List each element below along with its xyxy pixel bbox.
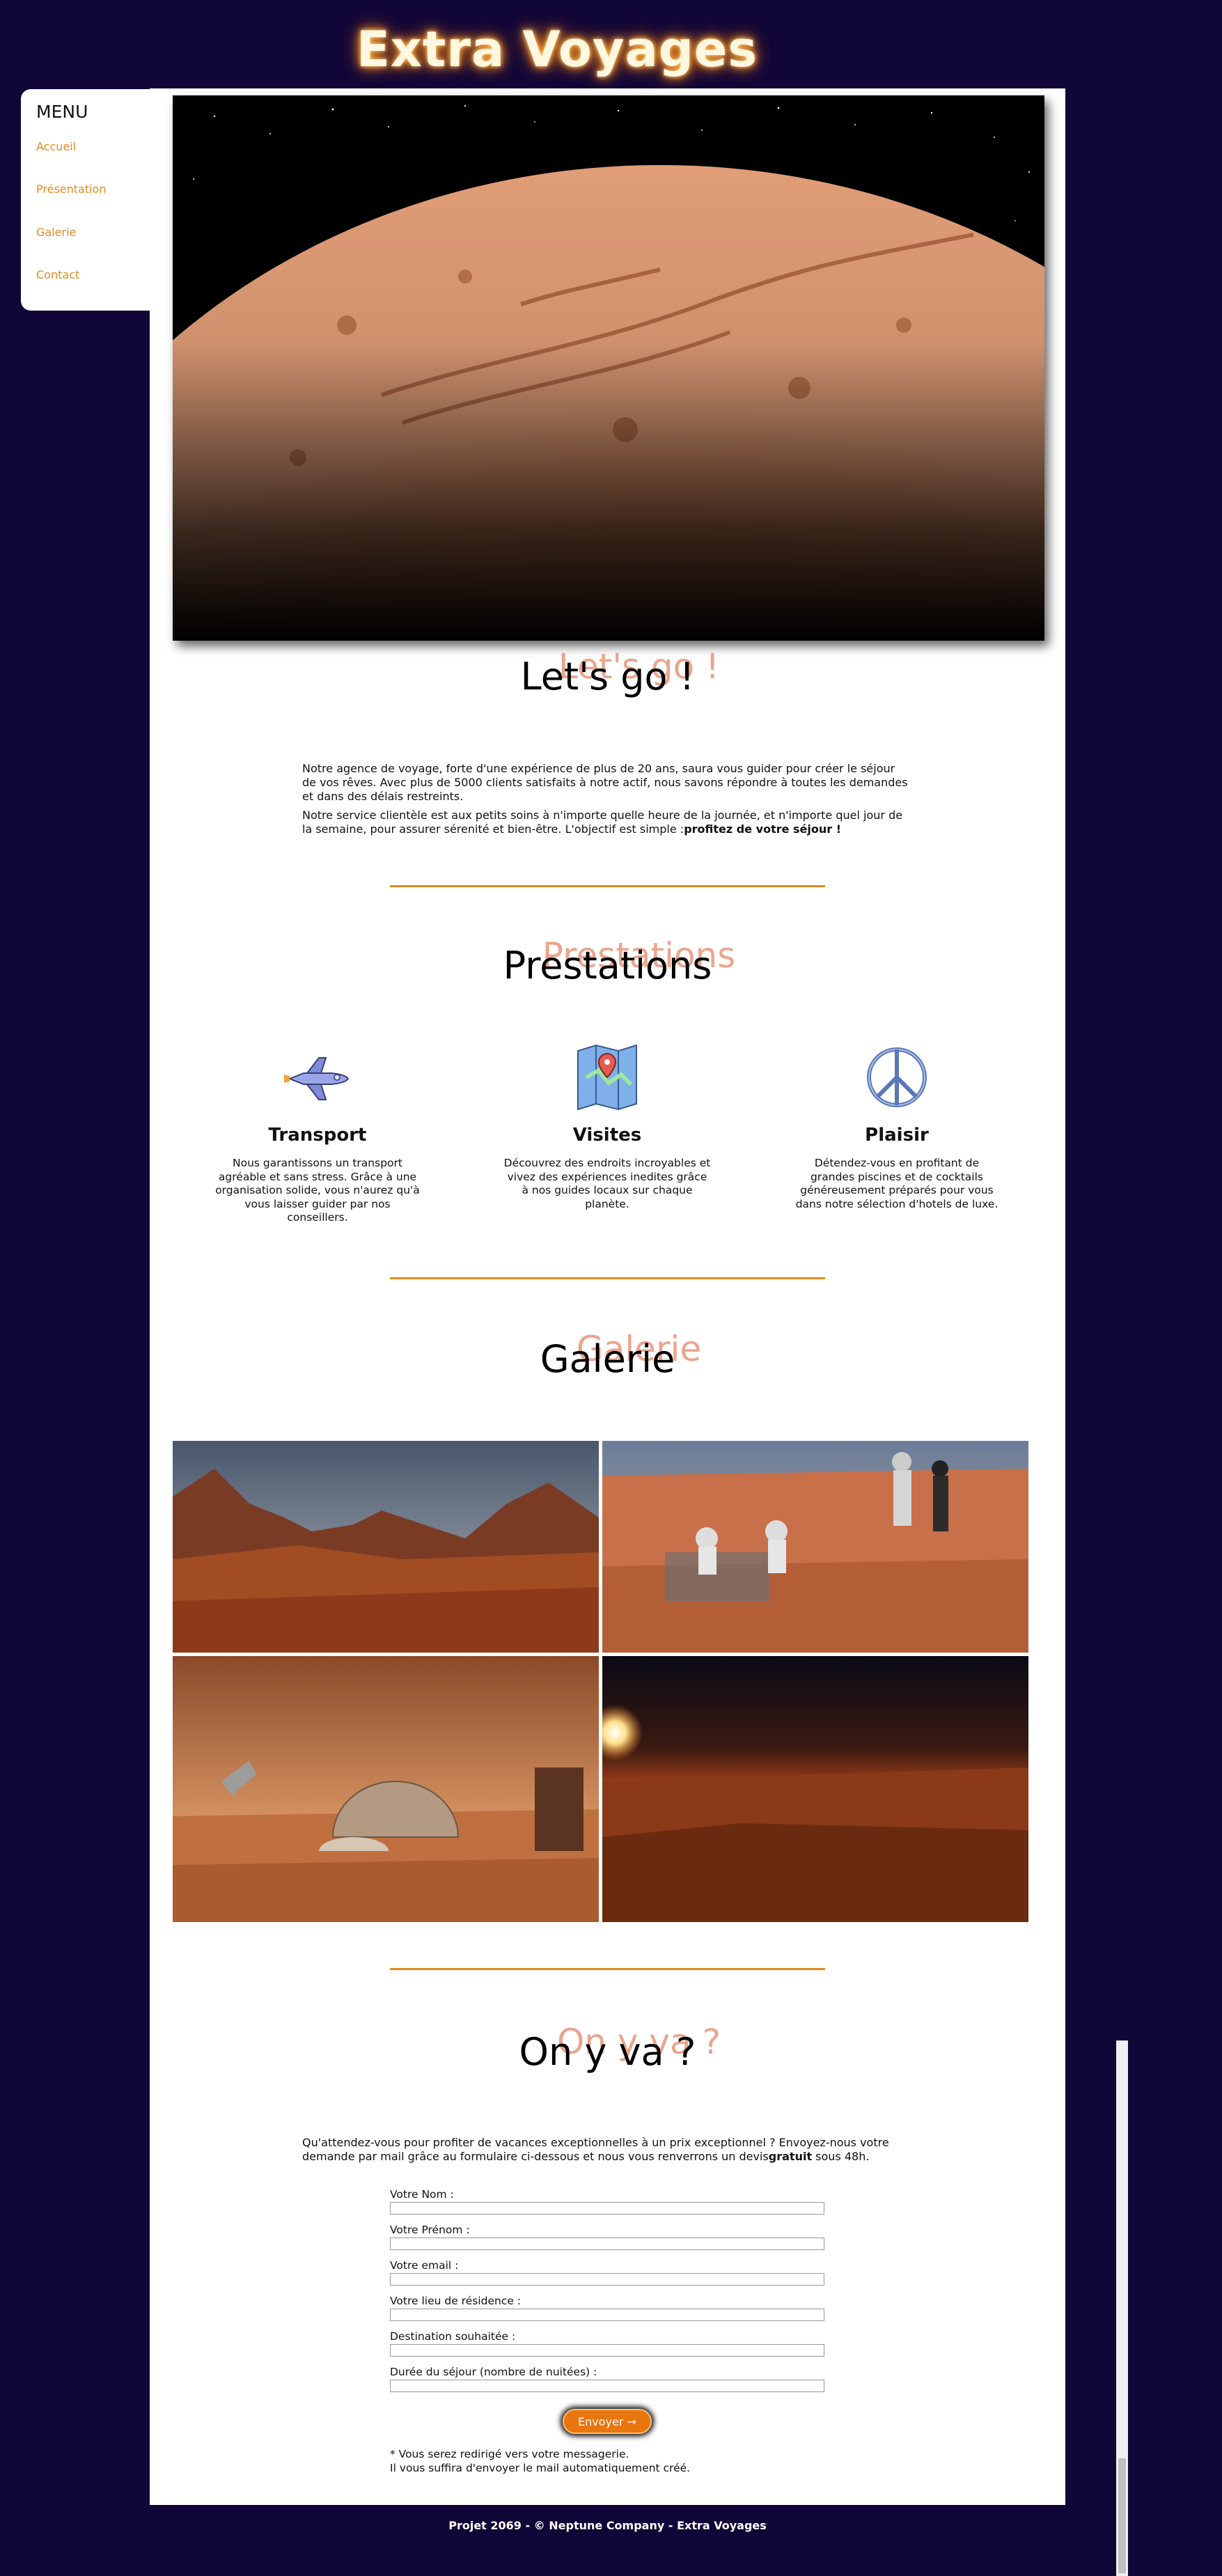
section-divider — [390, 885, 825, 887]
hero-image-mars — [173, 95, 1044, 641]
label-residence: Votre lieu de résidence : — [390, 2295, 522, 2307]
intro-paragraph-2-bold: profitez de votre séjour ! — [684, 822, 842, 836]
footer-text: Projet 2069 - © Neptune Company - Extra … — [448, 2519, 767, 2532]
gallery-image-mars-dome[interactable] — [173, 1656, 599, 1922]
services-title-text: Prestations — [503, 944, 712, 988]
intro-paragraph-1: Notre agence de voyage, forte d'une expé… — [302, 762, 908, 803]
intro-paragraph-2: Notre service clientèle est aux petits s… — [302, 809, 908, 836]
contact-intro-suffix: sous 48h. — [812, 2150, 870, 2163]
intro-title-text: Let's go ! — [520, 655, 695, 698]
gallery-image-mars-sunrise[interactable] — [602, 1656, 1028, 1922]
service-plaisir-text: Détendez-vous en profitant de grandes pi… — [795, 1157, 998, 1210]
input-duree[interactable] — [390, 2380, 824, 2392]
service-transport: Transport Nous garantissons un transport… — [206, 1043, 429, 1225]
label-email: Votre email : — [390, 2259, 459, 2272]
menu-item-presentation[interactable]: Présentation — [36, 182, 106, 196]
intro-title: Let's go ! Let's go ! — [150, 646, 1065, 717]
service-visites-title: Visites — [572, 1125, 642, 1146]
label-destination: Destination souhaitée : — [390, 2330, 516, 2343]
menu-item-galerie[interactable]: Galerie — [36, 226, 76, 239]
contact-intro: Qu'attendez-vous pour profiter de vacanc… — [302, 2136, 915, 2164]
map-icon — [572, 1043, 642, 1112]
input-residence[interactable] — [390, 2309, 824, 2321]
input-destination[interactable] — [390, 2344, 824, 2357]
label-prenom: Votre Prénom : — [390, 2224, 470, 2236]
gallery-title: Galerie Galerie — [150, 1329, 1065, 1400]
contact-note-2: Il vous suffira d'envoyer le mail automa… — [390, 2462, 691, 2474]
contact-note-1: * Vous serez redirigé vers votre message… — [390, 2448, 629, 2460]
mars-planet-illustration — [173, 95, 1044, 641]
input-nom[interactable] — [390, 2202, 824, 2215]
contact-title: On y va ? On y va ? — [150, 2022, 1065, 2093]
peace-icon — [862, 1043, 932, 1112]
service-plaisir-title: Plaisir — [865, 1125, 929, 1146]
service-visites: Visites Découvrez des endroits incroyabl… — [496, 1043, 719, 1211]
contact-title-text: On y va ? — [519, 2030, 696, 2074]
gallery-image-astronauts[interactable] — [602, 1441, 1028, 1653]
input-prenom[interactable] — [390, 2238, 824, 2250]
page-scrollbar[interactable] — [1116, 2040, 1128, 2576]
site-title: Extra Voyages — [356, 21, 758, 78]
service-transport-title: Transport — [268, 1125, 367, 1146]
space-shuttle-icon — [283, 1043, 352, 1112]
contact-intro-bold: gratuit — [768, 2150, 813, 2163]
service-visites-text: Découvrez des endroits incroyables et vi… — [503, 1157, 711, 1210]
gallery-title-text: Galerie — [540, 1337, 675, 1381]
service-plaisir: Plaisir Détendez-vous en profitant de gr… — [785, 1043, 1008, 1211]
menu-item-accueil[interactable]: Accueil — [36, 140, 76, 153]
side-menu: MENU Accueil Présentation Galerie Contac… — [21, 89, 152, 311]
label-nom: Votre Nom : — [390, 2188, 454, 2201]
services-title: Prestations Prestations — [150, 935, 1065, 1006]
section-divider — [390, 1277, 825, 1279]
menu-heading: MENU — [36, 102, 88, 122]
service-transport-text: Nous garantissons un transport agréable … — [215, 1157, 420, 1224]
menu-item-contact[interactable]: Contact — [36, 268, 79, 281]
gallery-image-mars-mountains[interactable] — [173, 1441, 599, 1653]
label-duree: Durée du séjour (nombre de nuitées) : — [390, 2366, 597, 2378]
send-button[interactable]: Envoyer → — [563, 2409, 652, 2434]
scrollbar-thumb[interactable] — [1118, 2458, 1126, 2573]
section-divider — [390, 1968, 825, 1970]
input-email[interactable] — [390, 2273, 824, 2286]
